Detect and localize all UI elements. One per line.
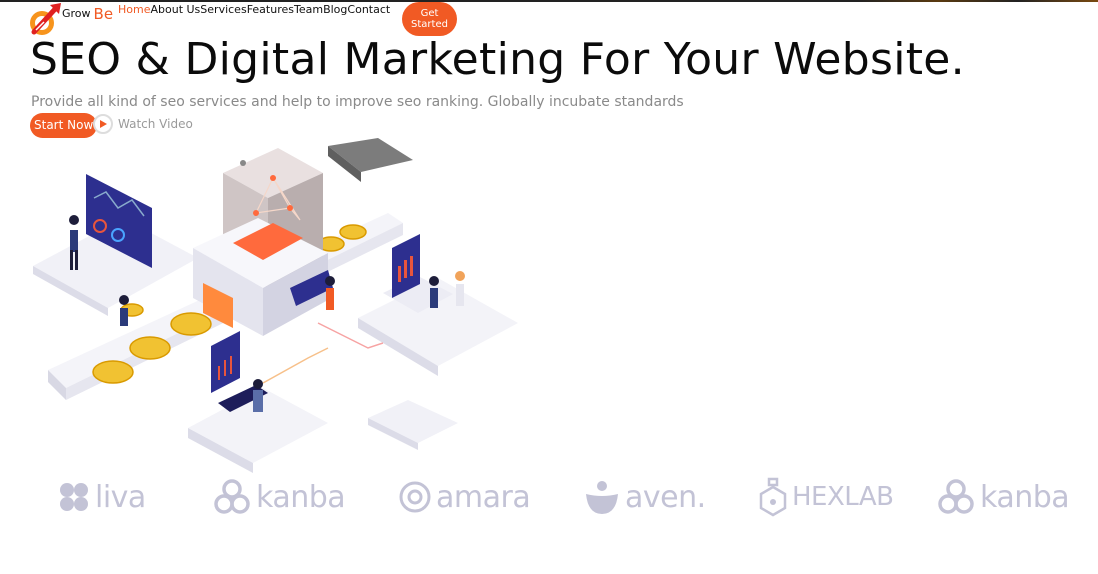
hexlab-logo-icon — [759, 477, 787, 517]
play-icon[interactable] — [93, 114, 113, 134]
brand-logo-kanba: kanba — [212, 474, 346, 520]
nav-team[interactable]: Team — [294, 3, 323, 16]
growbe-logo-icon[interactable] — [30, 2, 62, 36]
liva-logo-icon — [60, 483, 88, 511]
brand-name-kanba-2: kanba — [980, 479, 1070, 515]
watch-video-link[interactable]: Watch Video — [93, 114, 193, 134]
main-nav: Home About Us Services Features Team Blo… — [118, 3, 390, 16]
start-now-button[interactable]: Start Now — [30, 113, 98, 138]
brand-name-aven: aven. — [625, 479, 706, 515]
amara-logo-icon — [399, 481, 431, 513]
partner-logos: liva kanba amara aven. HEXLAB kanba — [0, 470, 1098, 530]
nav-services[interactable]: Services — [200, 3, 246, 16]
hero-subtitle: Provide all kind of seo services and hel… — [31, 94, 684, 110]
brand-be: Be — [93, 5, 114, 23]
get-started-button[interactable]: Get Started — [402, 2, 457, 36]
aven-logo-icon — [586, 481, 618, 514]
nav-features[interactable]: Features — [247, 3, 294, 16]
kanba-logo-icon — [214, 479, 250, 514]
watch-video-label: Watch Video — [118, 117, 193, 131]
brand-logo-aven: aven. — [583, 474, 706, 520]
brand-grow: Grow — [62, 7, 91, 20]
nav-home[interactable]: Home — [118, 3, 150, 16]
brand-logo-kanba-2: kanba — [936, 474, 1070, 520]
kanba-logo-icon — [938, 479, 974, 514]
nav-about-us[interactable]: About Us — [150, 3, 200, 16]
brand-name[interactable]: Grow Be — [62, 3, 114, 23]
top-border — [0, 0, 1098, 2]
brand-logo-hexlab: HEXLAB — [758, 474, 894, 520]
brand-logo-amara: amara — [398, 474, 531, 520]
seo-isometric-illustration — [33, 138, 518, 473]
brand-name-kanba: kanba — [256, 479, 346, 515]
brand-name-hexlab: HEXLAB — [792, 482, 894, 512]
brand-logo-liva: liva — [57, 474, 146, 520]
nav-contact[interactable]: Contact — [347, 3, 390, 16]
brand-name-amara: amara — [436, 479, 531, 515]
hero-title: SEO & Digital Marketing For Your Website… — [30, 34, 965, 85]
nav-blog[interactable]: Blog — [323, 3, 347, 16]
brand-name-liva: liva — [95, 479, 146, 515]
